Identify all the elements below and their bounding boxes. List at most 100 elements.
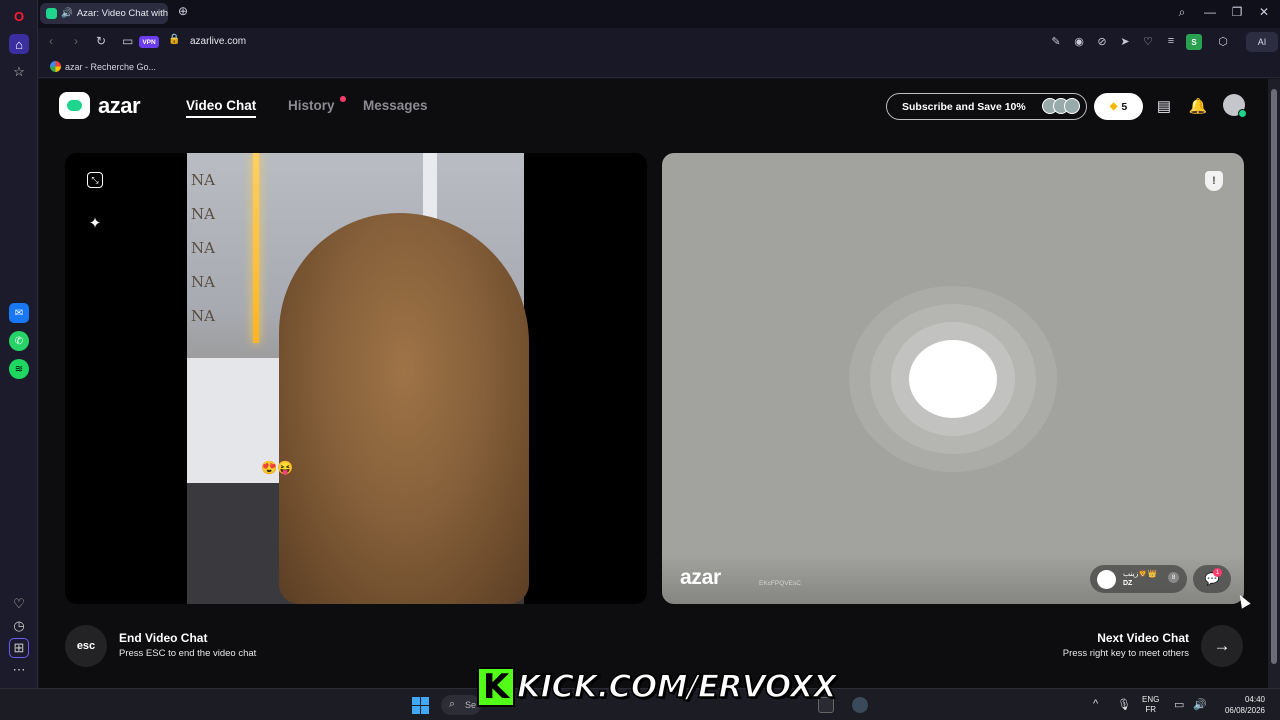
next-chat-hint: Press right key to meet others [1062,648,1189,659]
home-icon[interactable]: ⌂ [9,34,29,54]
tray-chevron-icon[interactable]: ^ [1093,698,1098,710]
tab-title: Azar: Video Chat with [76,8,168,19]
nav-video-chat[interactable]: Video Chat [186,98,257,118]
end-chat-hint: Press ESC to end the video chat [119,648,257,659]
speaker-icon[interactable]: 🔊 [61,8,73,19]
messenger-icon[interactable]: ✉ [9,303,29,323]
end-chat-button[interactable]: esc [65,625,107,667]
clock-date: 06/08/2026 [1224,706,1265,715]
profile-avatar[interactable] [1223,94,1247,118]
opera-sidebar: O ⌂ ☆ ✉ ✆ ≋ ♡ ◷ ⊞ ⋯ [0,0,38,688]
extension-icon[interactable]: S [1186,34,1202,50]
page-scrollbar[interactable] [1268,79,1280,688]
vpn-badge[interactable]: VPN [139,36,159,48]
edit-icon[interactable]: ✎ [1049,35,1063,48]
emoji-reactions: 😍😝 [261,460,294,475]
subscribe-button[interactable]: Subscribe and Save 10% [886,93,1087,120]
scrollbar-thumb[interactable] [1271,89,1277,664]
minimize-view-icon[interactable]: ⤡ [87,172,103,188]
bookmark-label: azar - Recherche Go... [65,61,157,72]
tab-azar[interactable]: 🔊 Azar: Video Chat with [40,3,168,24]
ai-label: AI [1257,37,1267,47]
more-icon[interactable]: ⋯ [9,660,29,680]
end-chat-title: End Video Chat [119,631,208,645]
azar-logo-mark-icon [59,92,90,119]
gems-button[interactable]: ◆ 5 [1094,93,1143,120]
network-icon[interactable]: ▭ [1174,698,1184,711]
report-shield-icon[interactable]: ! [1205,171,1223,191]
subscribe-label: Subscribe and Save 10% [902,100,1026,113]
send-icon[interactable]: ➤ [1118,35,1132,48]
azar-logo[interactable]: azar [59,92,141,119]
google-icon [50,61,61,72]
search-placeholder: Se [465,700,477,710]
logo-text: azar [98,92,141,118]
easy-setup-icon[interactable]: ≡ [1164,35,1178,47]
settings-app-icon[interactable] [852,697,868,713]
subscriber-avatars [1042,98,1080,114]
bell-icon[interactable]: 🔔 [1188,96,1208,116]
extensions-cube-icon[interactable]: ⬡ [1216,35,1230,48]
gem-count: 5 [1121,100,1128,113]
pinboard-icon[interactable]: ☆ [9,62,29,82]
nav-history[interactable]: History [288,98,335,113]
search-icon: ⌕ [449,698,456,710]
kick-url-text: KICK.COM/ERVOXX [516,668,837,706]
screenshot-icon[interactable]: ◉ [1072,35,1086,48]
chat-unread-badge: 1 [1213,568,1222,577]
peer-profile-chip[interactable]: زينب🦁👑 DZ 8 [1090,565,1187,593]
remote-video-panel: ! azar EKcFPQVEsC زينب🦁👑 DZ 8 💬 1 [662,153,1244,604]
bookmarks-bar: azar - Recherche Go... [38,56,1280,78]
volume-icon[interactable]: 🔊 [1193,698,1207,711]
restore-icon[interactable]: ❐ [1228,5,1246,19]
windows-start-icon[interactable] [412,697,429,714]
gem-icon: ◆ [1109,101,1118,112]
kick-stream-overlay: K KICK.COM/ERVOXX [477,664,838,710]
history-clock-icon[interactable]: ◷ [9,616,29,636]
heart-icon[interactable]: ♡ [9,594,29,614]
microphone-icon[interactable]: 🎙 [1117,698,1131,711]
clock[interactable]: 04:40 06/08/2026 [1215,694,1265,716]
peer-country: DZ [1123,580,1133,587]
search-tabs-icon[interactable]: ⌕ [1173,5,1191,20]
gift-icon[interactable]: ⊞ [9,638,29,658]
remote-watermark-logo: azar [680,566,721,589]
matching-indicator [909,340,997,418]
shop-icon[interactable]: ▤ [1154,96,1174,116]
close-icon[interactable]: ✕ [1255,5,1273,19]
azar-page: azar Video Chat History Messages Subscri… [39,79,1268,688]
adblock-icon[interactable]: ⊘ [1095,35,1109,48]
feed-wall-text: NA NA NA NA NA [191,171,215,325]
chat-button[interactable]: 💬 1 [1193,565,1231,593]
favorite-icon[interactable]: ♡ [1141,35,1155,48]
local-video-panel: NA NA NA NA NA 😍😝 ⤡ ✦ [65,153,647,604]
peer-avatar [1097,570,1116,589]
spotify-icon[interactable]: ≋ [9,359,29,379]
nav-messages[interactable]: Messages [363,98,428,113]
clock-time: 04:40 [1244,695,1265,704]
reload-icon[interactable]: ↻ [96,34,106,48]
minimize-icon[interactable]: — [1201,5,1219,19]
url-field[interactable]: azarlive.com [190,36,246,47]
tab-bar: 🔊 Azar: Video Chat with ⊕ ⌕ — ❐ ✕ [38,0,1280,28]
lock-icon: 🔒 [168,34,181,45]
address-bar: ‹ › ↻ ▭ VPN 🔒 azarlive.com ✎ ◉ ⊘ ➤ ♡ ≡ S… [38,28,1280,56]
camera-snapshot-icon[interactable]: ▭ [122,34,133,48]
new-tab-icon[interactable]: ⊕ [174,4,192,18]
kick-logo-icon: K [477,667,515,707]
online-status-dot [1238,109,1247,118]
next-chat-title: Next Video Chat [1097,631,1189,645]
forward-icon[interactable]: › [74,34,78,48]
local-camera-feed: NA NA NA NA NA 😍😝 [187,153,529,604]
magic-wand-icon[interactable]: ✦ [85,213,105,233]
next-chat-button[interactable]: → [1201,625,1243,667]
aria-ai-button[interactable]: AI [1246,32,1278,52]
azar-favicon-icon [46,8,57,19]
peer-name: زينب🦁👑 [1123,569,1158,578]
bookmark-google-search[interactable]: azar - Recherche Go... [50,61,156,72]
opera-logo-icon[interactable]: O [9,6,29,26]
language-indicator[interactable]: ENG FR [1142,695,1159,715]
whatsapp-icon[interactable]: ✆ [9,331,29,351]
taskbar-search[interactable]: ⌕ Se [441,695,481,715]
back-icon[interactable]: ‹ [49,34,53,48]
